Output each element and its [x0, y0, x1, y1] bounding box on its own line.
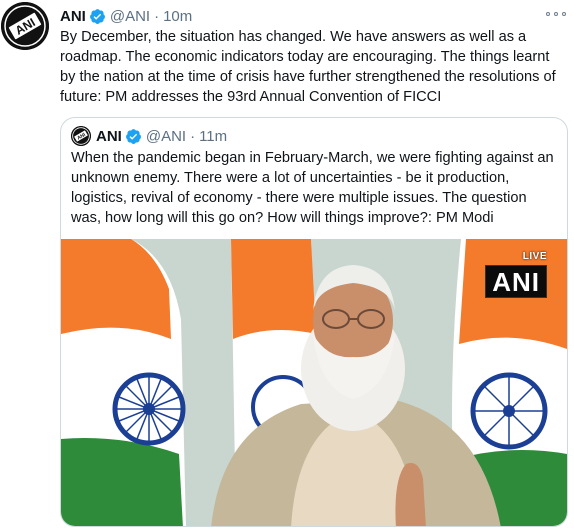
more-options-icon[interactable] — [546, 6, 566, 22]
quoted-timestamp: 11m — [199, 127, 228, 145]
ani-logo-icon: ANI — [71, 126, 91, 146]
author-handle[interactable]: @ANI — [110, 8, 150, 25]
quoted-avatar: ANI — [71, 126, 91, 146]
separator-dot: · — [154, 7, 160, 25]
live-label: LIVE — [522, 251, 547, 262]
tweet-text: By December, the situation has changed. … — [60, 29, 556, 105]
indian-flag-left — [61, 239, 186, 526]
tweet-timestamp[interactable]: 10m — [163, 8, 192, 25]
ani-avatar[interactable]: ANI — [1, 2, 49, 50]
author-name[interactable]: ANI — [60, 8, 86, 25]
verified-badge-icon — [89, 8, 105, 24]
quoted-tweet-text: When the pandemic began in February-Marc… — [71, 150, 554, 226]
tweet[interactable]: ANI ANI @ANI · 10m By December, the situ… — [0, 0, 574, 529]
quoted-tweet-header: ANI ANI @ANI · 11m — [71, 125, 227, 147]
separator-dot: · — [190, 127, 196, 145]
quoted-author-handle: @ANI — [145, 127, 187, 145]
ani-watermark: ANI — [485, 265, 547, 298]
tweet-header: ANI @ANI · 10m — [60, 5, 192, 27]
ani-logo-icon: ANI — [1, 2, 49, 50]
verified-badge-icon — [125, 128, 141, 144]
quoted-author-name: ANI — [96, 127, 122, 145]
quoted-tweet[interactable]: ANI ANI @ANI · 11m When the pandemic beg… — [60, 117, 568, 527]
quoted-media-image[interactable]: LIVE ANI — [61, 239, 567, 526]
